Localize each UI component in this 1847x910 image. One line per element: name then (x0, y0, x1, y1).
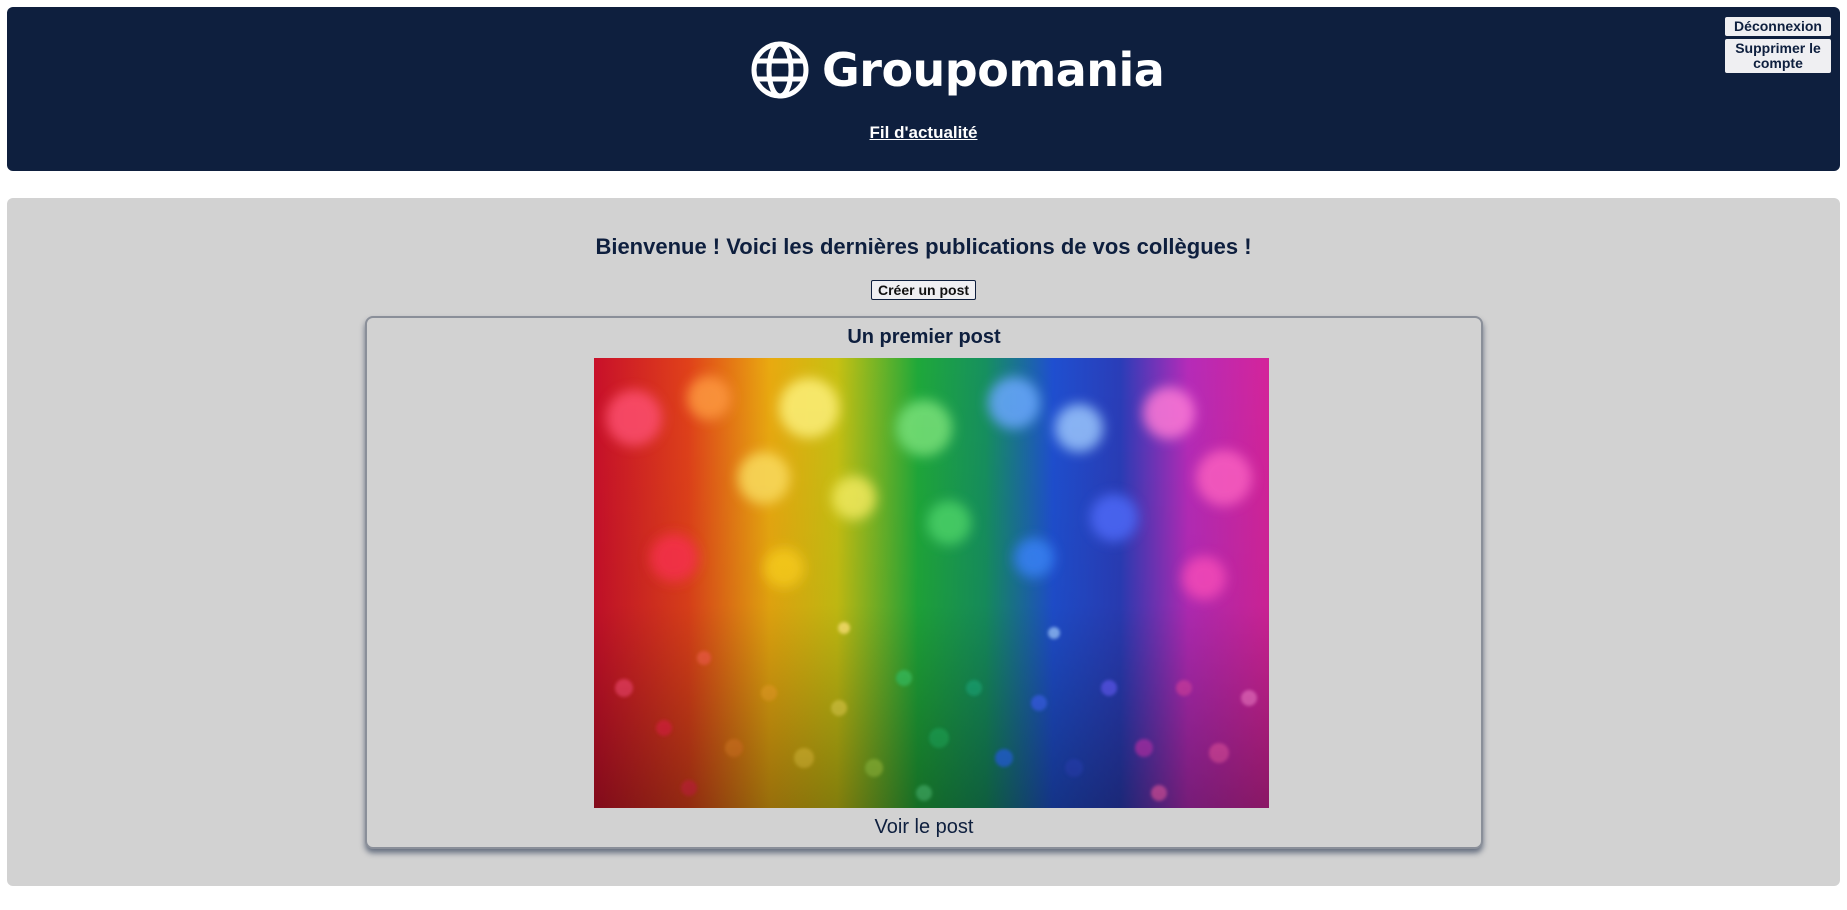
globe-icon (751, 41, 809, 99)
feed-section: Bienvenue ! Voici les dernières publicat… (7, 198, 1840, 886)
delete-account-button[interactable]: Supprimer le compte (1725, 39, 1831, 73)
site-header: Groupomania Fil d'actualité Déconnexion … (7, 7, 1840, 171)
welcome-heading: Bienvenue ! Voici les dernières publicat… (595, 234, 1252, 259)
view-post-link[interactable]: Voir le post (367, 816, 1481, 839)
post-card: Un premier post Voir le post (365, 316, 1483, 849)
logout-button[interactable]: Déconnexion (1725, 17, 1831, 36)
post-title: Un premier post (847, 326, 1001, 348)
nav-link-news-feed[interactable]: Fil d'actualité (7, 123, 1840, 143)
brand-logo[interactable]: Groupomania (750, 40, 1165, 100)
brand-name: Groupomania (822, 43, 1165, 97)
account-actions: Déconnexion Supprimer le compte (1715, 17, 1831, 73)
create-post-button[interactable]: Créer un post (871, 280, 977, 300)
post-image (594, 358, 1269, 808)
